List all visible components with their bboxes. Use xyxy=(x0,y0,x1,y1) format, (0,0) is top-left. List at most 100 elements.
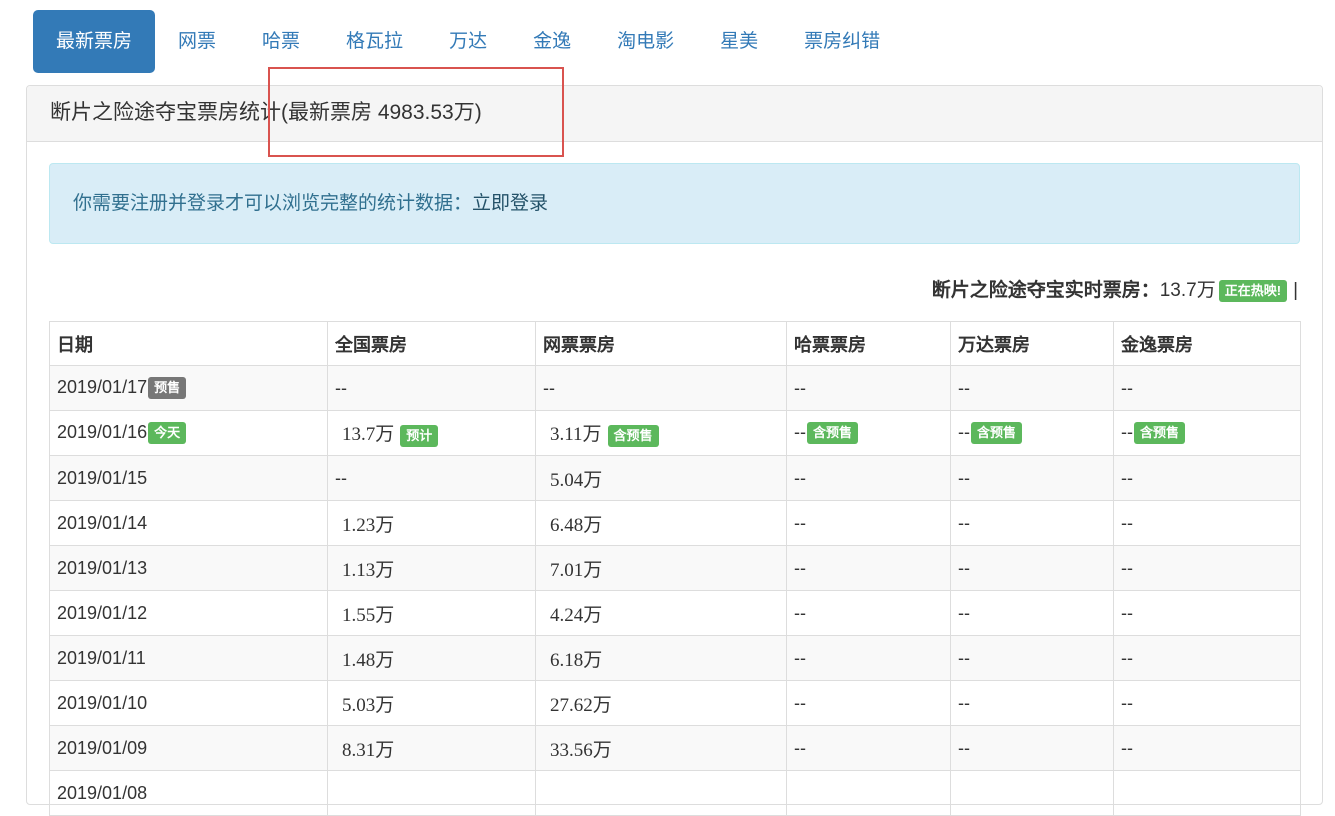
wanda-cell: -- 含预售 xyxy=(950,410,1114,456)
tab-7[interactable]: 星美 xyxy=(697,10,781,73)
tab-8[interactable]: 票房纠错 xyxy=(781,10,903,73)
table-row: 2019/01/10 5.03万 27.62万 -- -- -- xyxy=(49,680,1301,726)
column-header: 万达票房 xyxy=(950,321,1114,366)
national-cell: 1.13万 xyxy=(327,545,536,591)
status-badge: 含预售 xyxy=(607,424,659,447)
tab-6[interactable]: 淘电影 xyxy=(594,10,697,73)
cell-value: -- xyxy=(335,467,347,488)
cell-value: 13.7万 xyxy=(342,424,395,446)
hapiao-cell: -- xyxy=(786,365,951,411)
cell-value: 1.23万 xyxy=(342,514,395,536)
cell-value: 3.11万 xyxy=(550,424,602,446)
hapiao-cell: -- xyxy=(786,500,951,546)
login-alert-text: 你需要注册并登录才可以浏览完整的统计数据： xyxy=(73,193,473,214)
hapiao-cell: -- xyxy=(786,455,951,501)
column-header: 全国票房 xyxy=(327,321,536,366)
national-cell: -- xyxy=(327,455,536,501)
cell-value: 27.62万 xyxy=(550,694,612,716)
cell-value: 1.55万 xyxy=(342,604,395,626)
jinyi-cell xyxy=(1113,770,1301,816)
wanda-cell: -- xyxy=(950,725,1114,771)
table-row: 2019/01/12 1.55万 4.24万 -- -- -- xyxy=(49,590,1301,636)
wangpiao-cell xyxy=(535,770,787,816)
hapiao-cell: -- xyxy=(786,590,951,636)
wanda-cell: -- xyxy=(950,545,1114,591)
cell-value: -- xyxy=(958,467,970,488)
wangpiao-cell: 3.11万 含预售 xyxy=(535,410,787,456)
jinyi-cell: -- xyxy=(1113,455,1301,501)
wanda-cell xyxy=(950,770,1114,816)
cell-value: -- xyxy=(1121,512,1133,533)
jinyi-cell: -- xyxy=(1113,545,1301,591)
cell-value: -- xyxy=(1121,737,1133,758)
realtime-box-office: 断片之险途夺宝实时票房： 13.7万 正在热映! | xyxy=(932,276,1298,306)
jinyi-cell: -- xyxy=(1113,680,1301,726)
cell-value: 4.24万 xyxy=(550,604,603,626)
cell-value: -- xyxy=(794,557,806,578)
wangpiao-cell: -- xyxy=(535,365,787,411)
cell-value: -- xyxy=(958,377,970,398)
realtime-value: 13.7万 xyxy=(1159,280,1216,301)
hapiao-cell: -- xyxy=(786,635,951,681)
cell-value: -- xyxy=(794,737,806,758)
column-header: 金逸票房 xyxy=(1113,321,1301,366)
hapiao-cell xyxy=(786,770,951,816)
tab-0[interactable]: 最新票房 xyxy=(33,10,156,73)
tab-4[interactable]: 万达 xyxy=(426,10,510,73)
date-cell: 2019/01/08 xyxy=(49,770,328,816)
column-header: 网票票房 xyxy=(535,321,787,366)
now-showing-badge: 正在热映! xyxy=(1218,280,1288,302)
cell-value: 2019/01/11 xyxy=(57,647,146,668)
cell-value: -- xyxy=(1121,421,1133,442)
cell-value: -- xyxy=(958,512,970,533)
cell-value: 2019/01/14 xyxy=(57,512,148,533)
date-cell: 2019/01/14 xyxy=(49,500,328,546)
jinyi-cell: -- xyxy=(1113,590,1301,636)
status-badge: 预售 xyxy=(148,377,187,400)
cell-value: 1.48万 xyxy=(342,649,395,671)
status-badge: 今天 xyxy=(148,422,187,445)
table-row: 2019/01/11 1.48万 6.18万 -- -- -- xyxy=(49,635,1301,681)
tab-2[interactable]: 哈票 xyxy=(239,10,323,73)
date-cell: 2019/01/09 xyxy=(49,725,328,771)
login-link[interactable]: 立即登录 xyxy=(472,193,548,214)
date-cell: 2019/01/11 xyxy=(49,635,328,681)
date-cell: 2019/01/16 今天 xyxy=(49,410,328,456)
hapiao-cell: -- xyxy=(786,680,951,726)
date-cell: 2019/01/13 xyxy=(49,545,328,591)
tab-5[interactable]: 金逸 xyxy=(510,10,594,73)
tab-3[interactable]: 格瓦拉 xyxy=(323,10,426,73)
date-cell: 2019/01/17 预售 xyxy=(49,365,328,411)
status-badge: 含预售 xyxy=(807,422,859,445)
realtime-label: 断片之险途夺宝实时票房： xyxy=(931,280,1160,301)
national-cell: 13.7万 预计 xyxy=(327,410,536,456)
cell-value: -- xyxy=(543,377,555,398)
wanda-cell: -- xyxy=(950,365,1114,411)
cell-value: 2019/01/17 xyxy=(57,376,148,397)
cell-value: -- xyxy=(958,692,970,713)
hapiao-cell: -- xyxy=(786,725,951,771)
date-cell: 2019/01/12 xyxy=(49,590,328,636)
wanda-cell: -- xyxy=(950,680,1114,726)
box-office-table: 日期 全国票房 网票票房 哈票票房 万达票房 金逸票房 2019/01/17 预售 -- -- -… xyxy=(49,321,1301,816)
table-row: 2019/01/08 xyxy=(49,770,1301,816)
national-cell: 8.31万 xyxy=(327,725,536,771)
national-cell: -- xyxy=(327,365,536,411)
table-header-row: 日期 全国票房 网票票房 哈票票房 万达票房 金逸票房 xyxy=(49,321,1301,366)
wangpiao-cell: 6.48万 xyxy=(535,500,787,546)
cell-value: 6.48万 xyxy=(550,514,603,536)
cell-value: 2019/01/12 xyxy=(57,602,148,623)
cell-value: -- xyxy=(794,467,806,488)
cell-value: 2019/01/10 xyxy=(57,692,148,713)
table-row: 2019/01/17 预售 -- -- -- -- -- xyxy=(49,365,1301,411)
tab-1[interactable]: 网票 xyxy=(155,10,239,73)
cell-value: -- xyxy=(958,421,970,442)
cell-value: -- xyxy=(335,377,347,398)
cell-value: -- xyxy=(794,647,806,668)
jinyi-cell: -- xyxy=(1113,635,1301,681)
cell-value: 2019/01/08 xyxy=(57,782,148,803)
login-alert: 你需要注册并登录才可以浏览完整的统计数据：立即登录 xyxy=(49,163,1300,244)
cell-value: 1.13万 xyxy=(342,559,395,581)
national-cell xyxy=(327,770,536,816)
cell-value: 33.56万 xyxy=(550,739,612,761)
